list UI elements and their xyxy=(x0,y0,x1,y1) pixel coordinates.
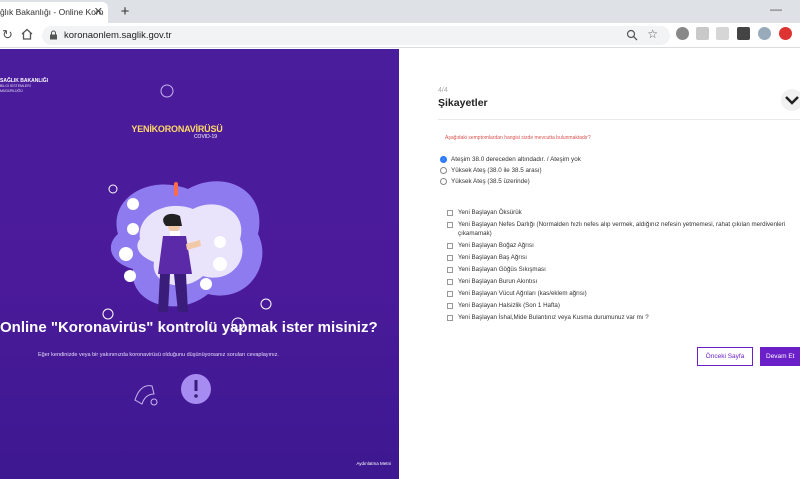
radio-button[interactable] xyxy=(440,167,447,174)
checkbox-label: Yeni Başlayan Nefes Darlığı (Normalden h… xyxy=(458,221,786,237)
checkbox-option[interactable]: Yeni Başlayan Boğaz Ağrısı xyxy=(447,242,799,251)
checkbox-option[interactable]: Yeni Başlayan İshal,Mide Bulantınız veya… xyxy=(447,314,799,323)
tab-close-icon[interactable]: ✕ xyxy=(94,5,103,18)
checkbox-option[interactable]: Yeni Başlayan Öksürük xyxy=(447,209,799,218)
radio-button[interactable] xyxy=(440,156,447,163)
checkbox-option[interactable]: Yeni Başlayan Halsizlik (Son 1 Hafta) xyxy=(447,302,799,311)
extension-icon[interactable] xyxy=(696,27,709,40)
checkbox-label: Yeni Başlayan Burun Akıntısı xyxy=(458,277,538,285)
checkbox-label: Yeni Başlayan Baş Ağrısı xyxy=(458,253,527,261)
zoom-icon[interactable] xyxy=(626,29,638,41)
radio-label: Ateşim 38.0 dereceden altındadır. / Ateş… xyxy=(451,156,581,163)
extension-icon[interactable] xyxy=(758,27,771,40)
extension-icon[interactable] xyxy=(779,27,792,40)
checkbox-label: Yeni Başlayan Göğüs Sıkışması xyxy=(458,265,546,273)
checkbox-option[interactable]: Yeni Başlayan Baş Ağrısı xyxy=(447,254,799,263)
previous-page-button[interactable]: Önceki Sayfa xyxy=(697,347,753,366)
covid-logo: YENİKORONAVİRÜSÜ COVID-19 xyxy=(131,124,223,140)
checkbox[interactable] xyxy=(447,266,453,273)
virus-outline-icon xyxy=(160,84,174,98)
shield-extension-icon[interactable] xyxy=(676,27,689,40)
checkbox[interactable] xyxy=(447,278,453,285)
tab-title: ğlık Bakanlığı - Online Koro xyxy=(0,7,104,17)
checkbox[interactable] xyxy=(447,210,453,216)
page-headline: Online "Koronavirüs" kontrolü yapmak ist… xyxy=(0,319,378,336)
coughing-person-illustration xyxy=(102,181,272,331)
collapse-chevron-icon[interactable] xyxy=(781,89,800,111)
tab-bar: ğlık Bakanlığı - Online Koro ✕ + — xyxy=(0,0,800,23)
extension-icon[interactable] xyxy=(716,27,729,40)
checkbox[interactable] xyxy=(447,290,453,297)
logo-sub: COVID-19 xyxy=(193,134,217,140)
checkbox-option[interactable]: Yeni Başlayan Nefes Darlığı (Normalden h… xyxy=(447,221,799,238)
reload-icon[interactable]: ↻ xyxy=(2,27,13,43)
address-bar[interactable]: koronaonlem.saglik.gov.tr ☆ xyxy=(42,26,670,45)
checkbox[interactable] xyxy=(447,242,453,249)
question-text: Aşağıdaki semptomlardan hangisi sizde me… xyxy=(445,135,591,141)
checkbox-option[interactable]: Yeni Başlayan Burun Akıntısı xyxy=(447,278,799,287)
checkbox-label: Yeni Başlayan İshal,Mide Bulantınız veya… xyxy=(458,313,649,321)
intro-panel: SAĞLIK BAKANLIĞI BİLGİ SİSTEMLERİ MÜDÜRL… xyxy=(0,49,399,479)
divider xyxy=(438,119,800,120)
checkbox-label: Yeni Başlayan Öksürük xyxy=(458,209,522,216)
checkbox[interactable] xyxy=(447,222,453,228)
radio-option[interactable]: Yüksek Ateş (38.0 ile 38.5 arası) xyxy=(440,165,581,176)
new-tab-button[interactable]: + xyxy=(116,3,134,21)
continue-button[interactable]: Devam Et xyxy=(760,347,800,366)
fever-radio-group: Ateşim 38.0 dereceden altındadır. / Ateş… xyxy=(440,154,581,187)
checkbox-label: Yeni Başlayan Boğaz Ağrısı xyxy=(458,241,534,249)
logo-text: YENİKORONAVİRÜSÜ xyxy=(131,124,223,134)
step-indicator: 4/4 xyxy=(438,87,448,94)
extension-icon[interactable] xyxy=(737,27,750,40)
radio-button[interactable] xyxy=(440,178,447,185)
checkbox-option[interactable]: Yeni Başlayan Göğüs Sıkışması xyxy=(447,266,799,275)
checkbox[interactable] xyxy=(447,314,453,321)
intro-text: Eğer kendinizde veya bir yakınınızda kor… xyxy=(38,352,279,358)
hand-warning-icons xyxy=(134,374,211,406)
checkbox[interactable] xyxy=(447,302,453,309)
bookmark-star-icon[interactable]: ☆ xyxy=(647,27,658,41)
checkbox[interactable] xyxy=(447,254,453,261)
info-text-link[interactable]: Aydınlatma Metni xyxy=(356,461,391,466)
lock-icon xyxy=(50,30,57,40)
ministry-logo: SAĞLIK BAKANLIĞI BİLGİ SİSTEMLERİ MÜDÜRL… xyxy=(0,78,48,93)
radio-option[interactable]: Yüksek Ateş (38.5 üzerinde) xyxy=(440,176,581,187)
radio-option[interactable]: Ateşim 38.0 dereceden altındadır. / Ateş… xyxy=(440,154,581,165)
checkbox-label: Yeni Başlayan Vücut Ağrıları (kas/eklem … xyxy=(458,289,587,297)
checkbox-option[interactable]: Yeni Başlayan Vücut Ağrıları (kas/eklem … xyxy=(447,290,799,299)
radio-label: Yüksek Ateş (38.0 ile 38.5 arası) xyxy=(451,167,542,174)
home-icon[interactable] xyxy=(20,27,34,41)
minimize-icon[interactable]: — xyxy=(770,2,782,16)
radio-label: Yüksek Ateş (38.5 üzerinde) xyxy=(451,178,530,185)
browser-tab[interactable]: ğlık Bakanlığı - Online Koro ✕ xyxy=(0,2,108,23)
ministry-sub: MÜDÜRLÜĞÜ xyxy=(0,88,23,93)
symptom-form-panel: 4/4 Şikayetler Aşağıdaki semptomlardan h… xyxy=(399,49,800,479)
checkbox-label: Yeni Başlayan Halsizlik (Son 1 Hafta) xyxy=(458,301,560,309)
section-title: Şikayetler xyxy=(438,97,488,109)
symptom-checklist: Yeni Başlayan Öksürük Yeni Başlayan Nefe… xyxy=(447,209,799,326)
url-text: koronaonlem.saglik.gov.tr xyxy=(64,30,172,41)
